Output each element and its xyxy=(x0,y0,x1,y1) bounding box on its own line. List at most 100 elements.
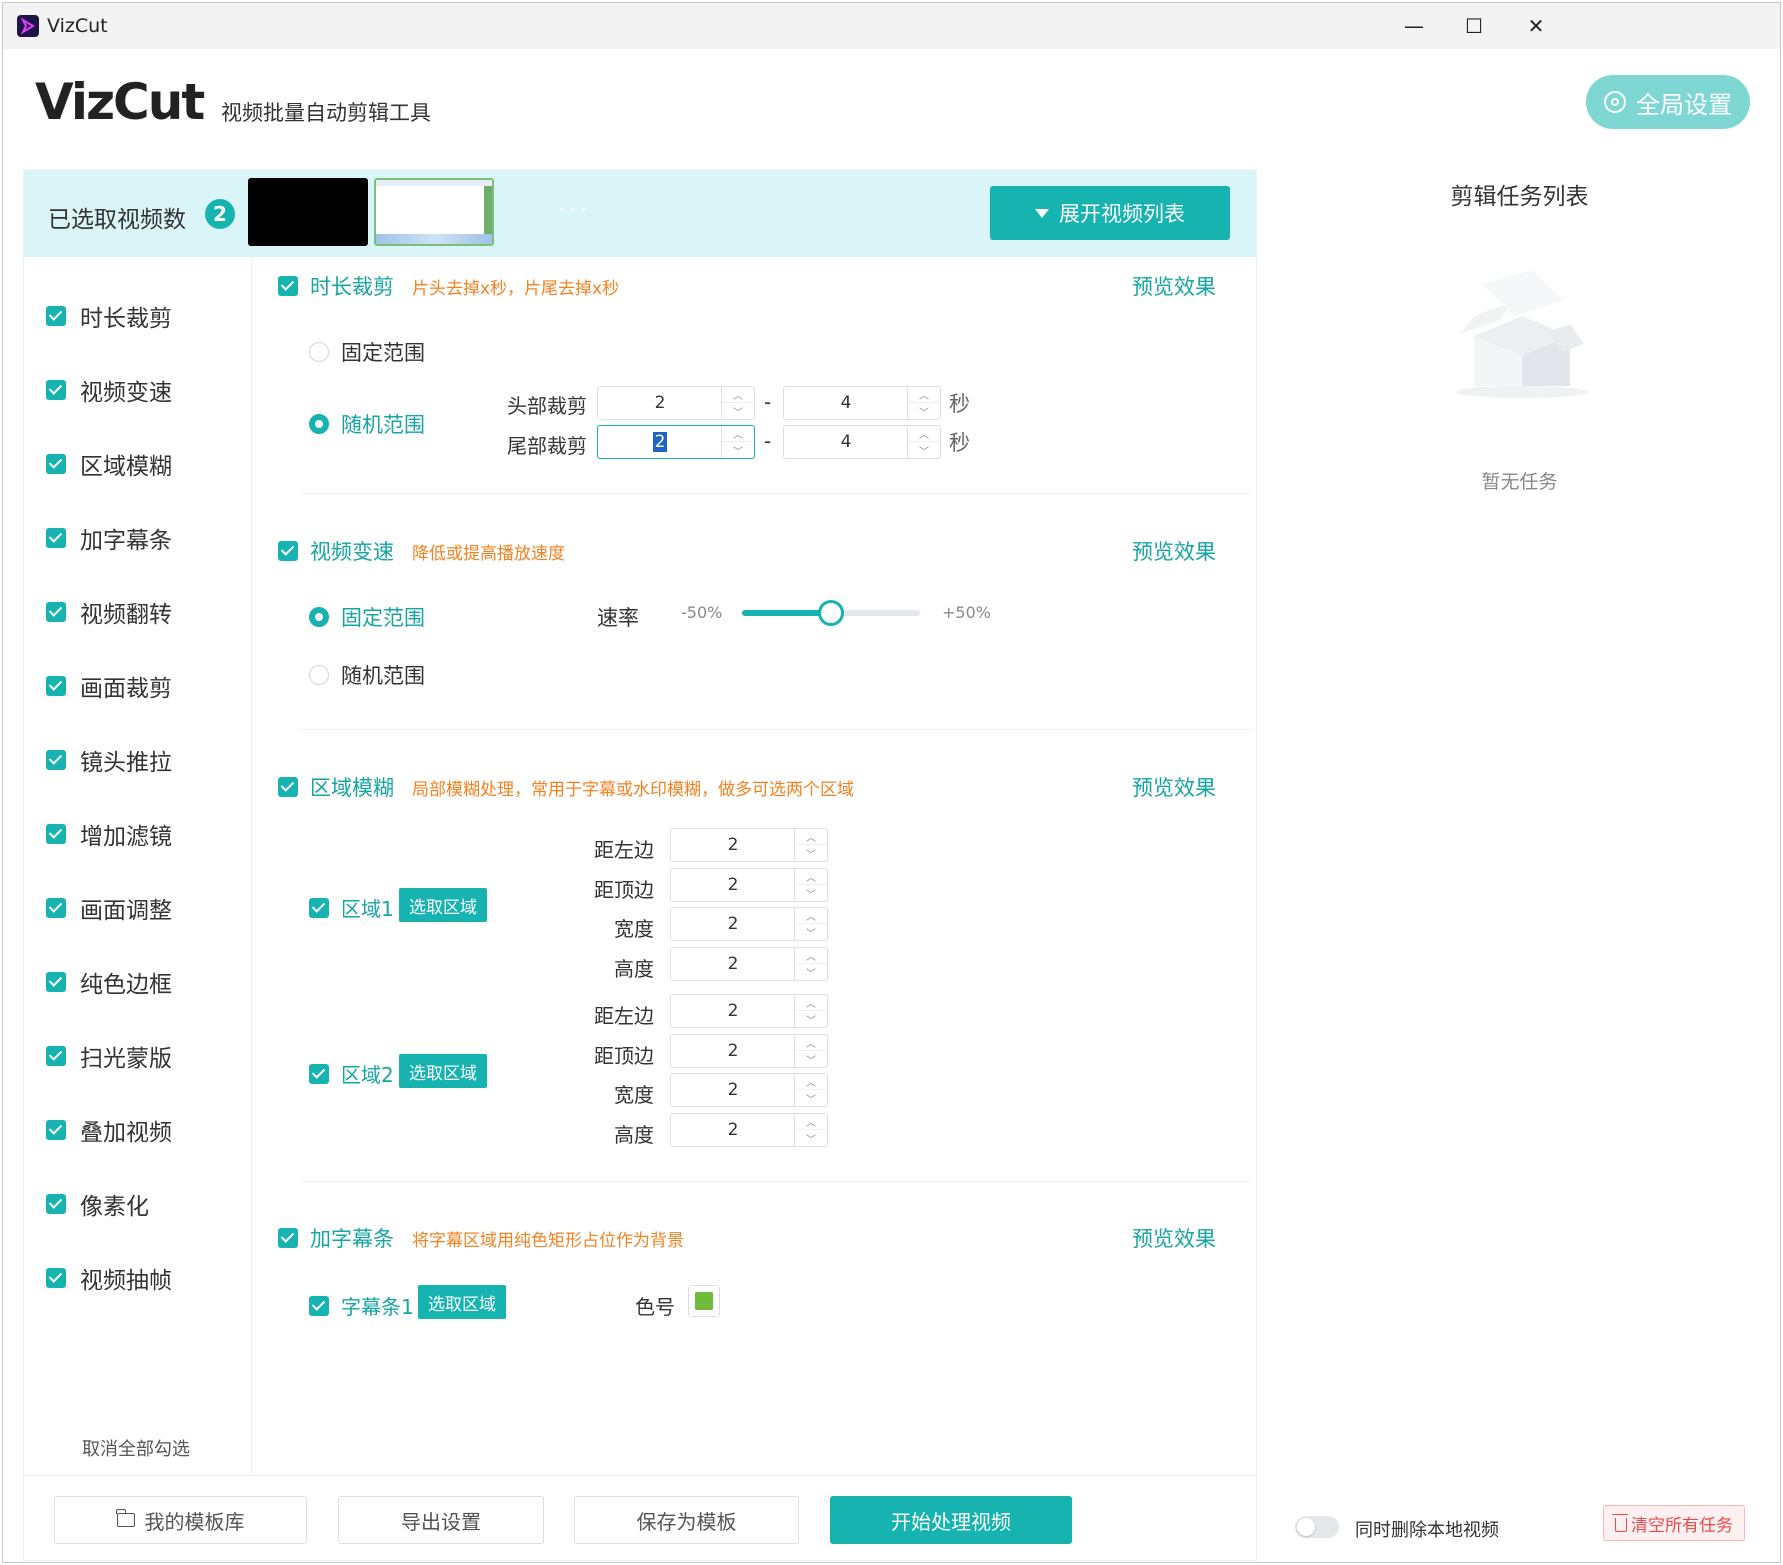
rate-min-label: -50% xyxy=(681,603,723,622)
speed-slider[interactable] xyxy=(742,600,920,626)
delete-local-toggle[interactable] xyxy=(1295,1516,1339,1538)
select-subtitle-region-button[interactable]: 选取区域 xyxy=(418,1285,506,1319)
checkbox-checked[interactable] xyxy=(309,1295,329,1316)
checkbox-checked[interactable] xyxy=(46,380,66,400)
region1-left-input[interactable]: 2 ︿ ﹀ xyxy=(670,828,828,862)
sidebar-item-blur[interactable]: 区域模糊 xyxy=(46,447,172,481)
radio-random-range[interactable]: 随机范围 xyxy=(309,660,425,690)
radio-dot xyxy=(309,342,329,362)
field-label: 高度 xyxy=(614,957,654,981)
checkbox-checked[interactable] xyxy=(309,1063,329,1084)
selected-count-badge: 2 xyxy=(205,199,235,229)
preview-effect-link[interactable]: 预览效果 xyxy=(1132,271,1216,301)
checkbox-checked[interactable] xyxy=(46,528,66,548)
folder-icon xyxy=(116,1509,135,1527)
checkbox-checked[interactable] xyxy=(309,897,329,918)
close-button[interactable]: ✕ xyxy=(1502,3,1570,49)
export-settings-button[interactable]: 导出设置 xyxy=(338,1496,544,1544)
field-label: 宽度 xyxy=(614,917,654,941)
slider-handle[interactable] xyxy=(818,600,844,626)
sidebar-item-border[interactable]: 纯色边框 xyxy=(46,965,172,999)
region1-height-input[interactable]: 2 ︿ ﹀ xyxy=(670,947,828,981)
checkbox-checked[interactable] xyxy=(46,454,66,474)
section-checkbox[interactable] xyxy=(278,1228,298,1248)
settings-content: 时长裁剪 片头去掉x秒，片尾去掉x秒 预览效果 固定范围 随机范围 头部裁剪 2… xyxy=(253,257,1258,1475)
section-divider xyxy=(301,493,1251,494)
color-picker-swatch[interactable] xyxy=(688,1285,720,1317)
tail-crop-max-input[interactable]: 4 ︿ ﹀ xyxy=(783,425,941,459)
clear-all-tasks-button[interactable]: 清空所有任务 xyxy=(1603,1505,1745,1541)
section-hint: 将字幕区域用纯色矩形占位作为背景 xyxy=(412,1230,684,1251)
subtitle-bar1-toggle[interactable]: 字幕条1 xyxy=(309,1291,414,1320)
head-crop-min-input[interactable]: 2 ︿ ﹀ xyxy=(597,386,755,420)
preview-effect-link[interactable]: 预览效果 xyxy=(1132,1223,1216,1253)
checkbox-checked[interactable] xyxy=(46,602,66,622)
button-label: 清空所有任务 xyxy=(1631,1515,1733,1536)
preview-effect-link[interactable]: 预览效果 xyxy=(1132,772,1216,802)
minimize-button[interactable]: — xyxy=(1380,3,1448,49)
app-subtitle: 视频批量自动剪辑工具 xyxy=(221,101,431,125)
sidebar-item-speed[interactable]: 视频变速 xyxy=(46,373,172,407)
head-crop-max-input[interactable]: 4 ︿ ﹀ xyxy=(783,386,941,420)
caret-down-icon xyxy=(1035,208,1049,218)
sidebar-item-flip[interactable]: 视频翻转 xyxy=(46,595,172,629)
region1-width-input[interactable]: 2 ︿ ﹀ xyxy=(670,907,828,941)
select-region2-button[interactable]: 选取区域 xyxy=(399,1054,487,1088)
section-title: 区域模糊 xyxy=(310,776,394,800)
sidebar-item-filter[interactable]: 增加滤镜 xyxy=(46,817,172,851)
region1-toggle[interactable]: 区域1 xyxy=(309,893,394,922)
checkbox-checked[interactable] xyxy=(46,1120,66,1140)
checkbox-checked[interactable] xyxy=(46,824,66,844)
section-checkbox[interactable] xyxy=(278,276,298,296)
section-checkbox[interactable] xyxy=(278,541,298,561)
section-checkbox[interactable] xyxy=(278,777,298,797)
region2-height-input[interactable]: 2 ︿ ﹀ xyxy=(670,1113,828,1147)
checkbox-checked[interactable] xyxy=(46,1268,66,1288)
feature-sidebar: 时长裁剪 视频变速 区域模糊 加字幕条 视频翻转 画面裁剪 镜头推拉 增加滤镜 … xyxy=(24,257,252,1475)
section-duration-header: 时长裁剪 片头去掉x秒，片尾去掉x秒 xyxy=(278,271,619,301)
my-templates-button[interactable]: 我的模板库 xyxy=(54,1496,307,1544)
sidebar-item-zoom[interactable]: 镜头推拉 xyxy=(46,743,172,777)
rate-max-label: +50% xyxy=(942,603,991,622)
radio-label: 固定范围 xyxy=(341,341,425,365)
sidebar-item-adjust[interactable]: 画面调整 xyxy=(46,891,172,925)
sidebar-item-label: 叠加视频 xyxy=(80,1120,172,1146)
radio-fixed-range[interactable]: 固定范围 xyxy=(309,337,425,367)
radio-dot xyxy=(309,665,329,685)
checkbox-checked[interactable] xyxy=(46,676,66,696)
radio-fixed-range[interactable]: 固定范围 xyxy=(309,602,425,632)
region2-toggle[interactable]: 区域2 xyxy=(309,1059,394,1088)
region1-top-input[interactable]: 2 ︿ ﹀ xyxy=(670,868,828,902)
checkbox-checked[interactable] xyxy=(46,750,66,770)
field-label: 距左边 xyxy=(594,1004,654,1028)
sidebar-item-crop[interactable]: 画面裁剪 xyxy=(46,669,172,703)
preview-effect-link[interactable]: 预览效果 xyxy=(1132,536,1216,566)
sidebar-item-frame-drop[interactable]: 视频抽帧 xyxy=(46,1261,172,1295)
expand-video-list-button[interactable]: 展开视频列表 xyxy=(990,186,1230,240)
sidebar-item-sweep-mask[interactable]: 扫光蒙版 xyxy=(46,1039,172,1073)
maximize-button[interactable]: ☐ xyxy=(1440,3,1508,49)
sidebar-item-duration[interactable]: 时长裁剪 xyxy=(46,299,172,333)
checkbox-checked[interactable] xyxy=(46,898,66,918)
save-as-template-button[interactable]: 保存为模板 xyxy=(574,1496,799,1544)
tail-crop-min-input[interactable]: 2 ︿ ﹀ xyxy=(597,425,755,459)
start-processing-button[interactable]: 开始处理视频 xyxy=(830,1496,1072,1544)
sidebar-item-pixelate[interactable]: 像素化 xyxy=(46,1187,149,1221)
sidebar-item-subtitle-bar[interactable]: 加字幕条 xyxy=(46,521,172,555)
task-list-panel: 剪辑任务列表 暂无任务 同时删除本地视频 清空所有任务 xyxy=(1277,169,1762,1561)
global-settings-button[interactable]: 全局设置 xyxy=(1586,75,1750,129)
region2-width-input[interactable]: 2 ︿ ﹀ xyxy=(670,1073,828,1107)
checkbox-checked[interactable] xyxy=(46,306,66,326)
region2-left-input[interactable]: 2 ︿ ﹀ xyxy=(670,994,828,1028)
checkbox-checked[interactable] xyxy=(46,972,66,992)
checkbox-checked[interactable] xyxy=(46,1194,66,1214)
uncheck-all-link[interactable]: 取消全部勾选 xyxy=(82,1435,190,1461)
video-thumbnail[interactable] xyxy=(374,178,494,246)
checkbox-checked[interactable] xyxy=(46,1046,66,1066)
select-region1-button[interactable]: 选取区域 xyxy=(399,888,487,922)
section-hint: 局部模糊处理，常用于字幕或水印模糊，做多可选两个区域 xyxy=(412,779,854,800)
radio-random-range[interactable]: 随机范围 xyxy=(309,409,425,439)
sidebar-item-overlay-video[interactable]: 叠加视频 xyxy=(46,1113,172,1147)
region2-top-input[interactable]: 2 ︿ ﹀ xyxy=(670,1034,828,1068)
video-thumbnail[interactable] xyxy=(248,178,368,246)
